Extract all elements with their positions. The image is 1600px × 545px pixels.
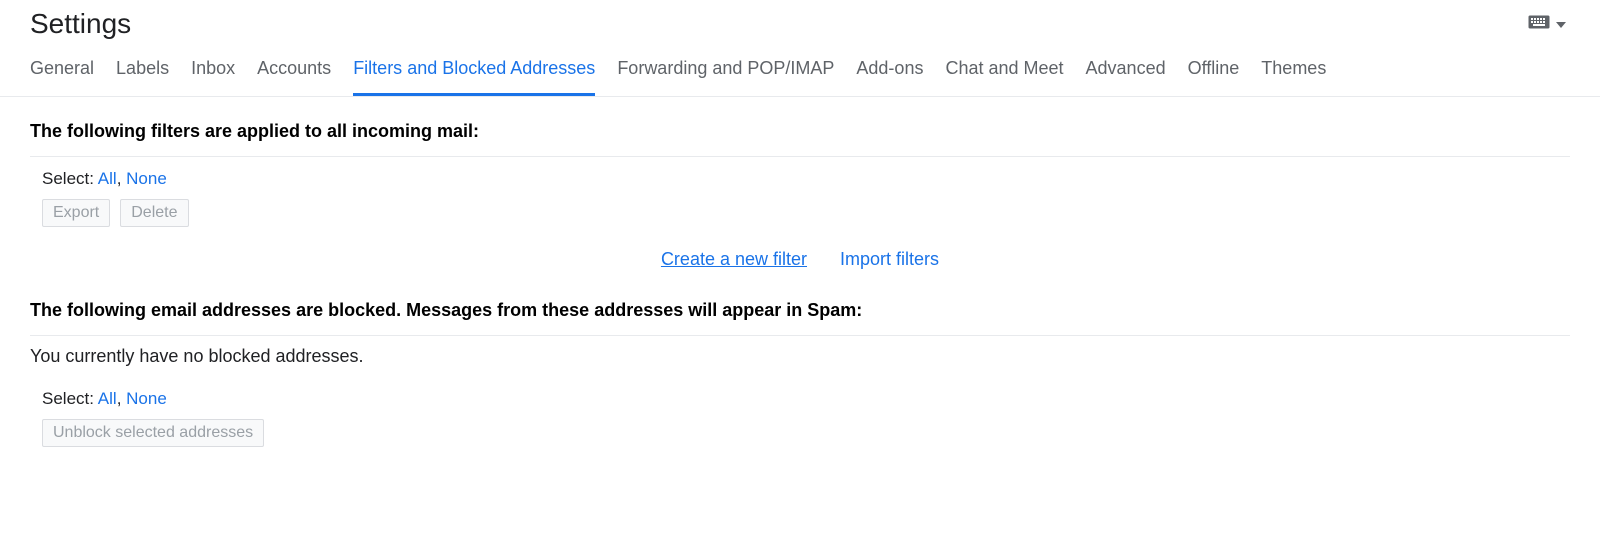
tab-add-ons[interactable]: Add-ons: [856, 58, 923, 96]
delete-button[interactable]: Delete: [120, 199, 188, 227]
page-title: Settings: [30, 8, 131, 40]
tab-filters-blocked[interactable]: Filters and Blocked Addresses: [353, 58, 595, 96]
filters-select-label: Select:: [42, 169, 94, 188]
create-filter-link[interactable]: Create a new filter: [661, 249, 807, 269]
chevron-down-icon: [1556, 15, 1566, 33]
blocked-select-row: Select: All, None: [30, 387, 1570, 419]
filters-heading: The following filters are applied to all…: [30, 121, 1570, 142]
filters-select-all[interactable]: All: [98, 169, 117, 188]
divider: [30, 156, 1570, 157]
tab-inbox[interactable]: Inbox: [191, 58, 235, 96]
unblock-button[interactable]: Unblock selected addresses: [42, 419, 264, 447]
import-filters-link[interactable]: Import filters: [840, 249, 939, 269]
tab-themes[interactable]: Themes: [1261, 58, 1326, 96]
input-tools-menu[interactable]: [1524, 11, 1570, 38]
filters-select-row: Select: All, None: [30, 167, 1570, 199]
settings-tabs: General Labels Inbox Accounts Filters an…: [0, 40, 1600, 97]
divider: [30, 335, 1570, 336]
tab-general[interactable]: General: [30, 58, 94, 96]
tab-accounts[interactable]: Accounts: [257, 58, 331, 96]
tab-advanced[interactable]: Advanced: [1086, 58, 1166, 96]
filters-select-none[interactable]: None: [126, 169, 167, 188]
blocked-select-all[interactable]: All: [98, 389, 117, 408]
tab-labels[interactable]: Labels: [116, 58, 169, 96]
keyboard-icon: [1528, 15, 1550, 34]
tab-chat-meet[interactable]: Chat and Meet: [945, 58, 1063, 96]
tab-forwarding-pop-imap[interactable]: Forwarding and POP/IMAP: [617, 58, 834, 96]
tab-offline[interactable]: Offline: [1188, 58, 1240, 96]
blocked-heading: The following email addresses are blocke…: [30, 300, 1570, 321]
blocked-select-none[interactable]: None: [126, 389, 167, 408]
blocked-empty-message: You currently have no blocked addresses.: [30, 346, 1570, 367]
export-button[interactable]: Export: [42, 199, 110, 227]
blocked-select-label: Select:: [42, 389, 94, 408]
